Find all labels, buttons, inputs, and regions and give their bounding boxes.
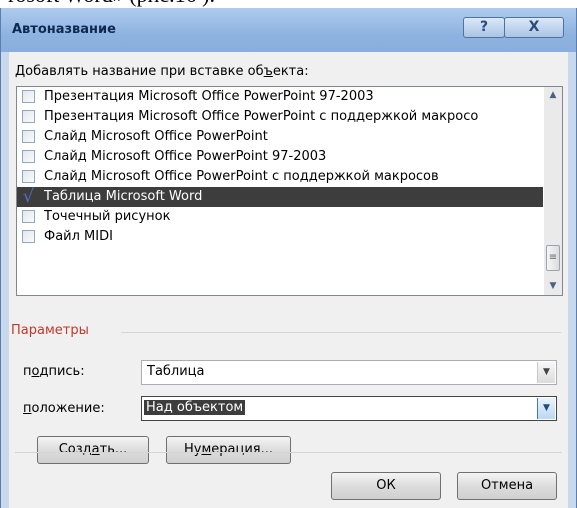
list-item[interactable]: Слайд Microsoft Office PowerPoint bbox=[17, 127, 543, 147]
help-button[interactable]: ? bbox=[463, 17, 505, 38]
dialog-body: Добавлять название при вставке объекта: … bbox=[9, 52, 568, 508]
checkbox[interactable] bbox=[22, 90, 35, 103]
checkbox[interactable] bbox=[22, 210, 35, 223]
vertical-scrollbar[interactable]: ▲ ≡ ▼ bbox=[544, 87, 562, 295]
list-item[interactable]: Слайд Microsoft Office PowerPoint 97-200… bbox=[17, 147, 543, 167]
object-list-items: Презентация Microsoft Office PowerPoint … bbox=[17, 87, 543, 247]
list-item-label: Файл MIDI bbox=[44, 229, 113, 244]
list-item[interactable]: Слайд Microsoft Office PowerPoint с подд… bbox=[17, 167, 543, 187]
scroll-up-arrow-icon[interactable]: ▲ bbox=[544, 87, 562, 104]
list-item-label: Слайд Microsoft Office PowerPoint bbox=[44, 129, 268, 144]
create-label-button[interactable]: Создать... bbox=[37, 436, 149, 464]
list-item[interactable]: Файл MIDI bbox=[17, 227, 543, 247]
checkbox[interactable] bbox=[22, 150, 35, 163]
checkbox[interactable] bbox=[22, 130, 35, 143]
chevron-down-icon[interactable]: ▼ bbox=[537, 362, 555, 383]
list-item[interactable]: Презентация Microsoft Office PowerPoint … bbox=[17, 87, 543, 107]
add-caption-label: Добавлять название при вставке объекта: bbox=[15, 64, 309, 79]
position-label: положение: bbox=[23, 401, 105, 416]
checkbox[interactable] bbox=[22, 230, 35, 243]
object-list[interactable]: Презентация Microsoft Office PowerPoint … bbox=[16, 86, 563, 296]
ok-button[interactable]: ОК bbox=[331, 472, 441, 500]
caption-combobox[interactable]: Таблица ▼ bbox=[141, 360, 557, 385]
caption-label: подпись: bbox=[23, 364, 85, 379]
checkmark-icon[interactable]: √ bbox=[22, 188, 35, 206]
list-item-label: Точечный рисунок bbox=[44, 209, 171, 224]
parameters-group-label: Параметры bbox=[11, 323, 89, 338]
caption-value: Таблица bbox=[147, 364, 205, 379]
checkbox[interactable] bbox=[22, 170, 35, 183]
list-item[interactable]: Презентация Microsoft Office PowerPoint … bbox=[17, 107, 543, 127]
scrollbar-thumb[interactable]: ≡ bbox=[546, 245, 560, 271]
close-button[interactable]: X bbox=[504, 17, 564, 38]
list-item-label: Презентация Microsoft Office PowerPoint … bbox=[44, 109, 479, 124]
checkbox[interactable] bbox=[22, 110, 35, 123]
numbering-button[interactable]: Нумерация... bbox=[166, 436, 291, 464]
position-value: Над объектом bbox=[144, 400, 246, 415]
list-item-label: Презентация Microsoft Office PowerPoint … bbox=[44, 89, 374, 104]
scroll-down-arrow-icon[interactable]: ▼ bbox=[544, 278, 562, 295]
group-divider bbox=[121, 332, 561, 333]
chevron-down-icon[interactable]: ▼ bbox=[537, 398, 555, 419]
autocaption-dialog: Автоназвание ? X Добавлять название при … bbox=[0, 8, 577, 508]
separator bbox=[15, 452, 562, 453]
cancel-button[interactable]: Отмена bbox=[457, 472, 557, 500]
title-bar[interactable]: Автоназвание ? X bbox=[1, 8, 576, 52]
list-item-label: Слайд Microsoft Office PowerPoint с подд… bbox=[44, 169, 439, 184]
list-item-selected[interactable]: √ Таблица Microsoft Word bbox=[17, 187, 543, 207]
dialog-title: Автоназвание bbox=[12, 22, 116, 37]
list-item[interactable]: Точечный рисунок bbox=[17, 207, 543, 227]
list-item-label: Слайд Microsoft Office PowerPoint 97-200… bbox=[44, 149, 327, 164]
list-item-label: Таблица Microsoft Word bbox=[44, 189, 203, 204]
position-combobox[interactable]: Над объектом ▼ bbox=[141, 396, 557, 421]
